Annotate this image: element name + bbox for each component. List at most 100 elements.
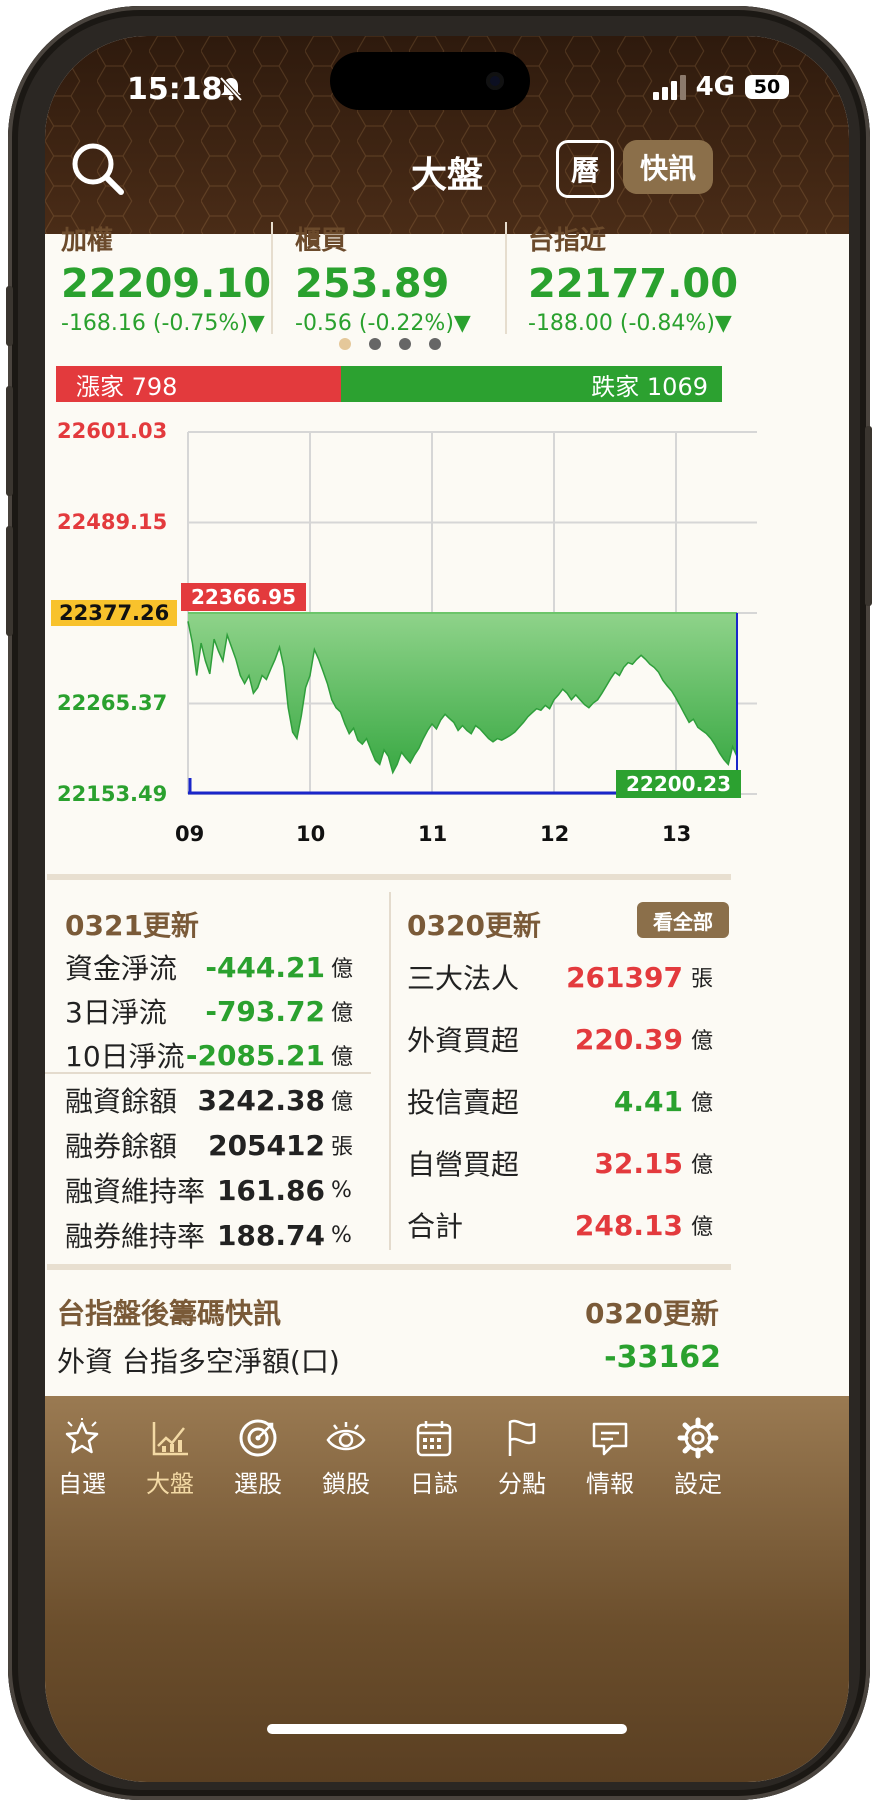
tab-label: 情報	[586, 1470, 634, 1498]
index-price: 253.89	[295, 261, 450, 307]
app-screen: 15:18 4G 50 大盤 曆 快訊 加權 22209.10 -168.16 …	[45, 36, 849, 1782]
chart-icon	[152, 1422, 188, 1456]
view-all-button[interactable]: 看全部	[637, 902, 729, 938]
action-button	[6, 286, 13, 346]
inst-label: 合計	[407, 1210, 464, 1243]
camera-icon	[486, 72, 504, 90]
fund-label: 10日淨流	[65, 1040, 185, 1073]
tab-settings[interactable]: 設定	[653, 1416, 743, 1499]
decline-count: 跌家 1069	[340, 366, 722, 402]
tab-intel[interactable]: 情報	[565, 1416, 655, 1499]
index-change: -0.56 (-0.22%)▼	[295, 311, 471, 336]
y-tick: 22489.15	[57, 510, 168, 534]
fund-row: 資金淨流 -444.21 億	[65, 946, 355, 988]
tab-label: 日誌	[410, 1470, 458, 1498]
star-icon	[65, 1418, 99, 1454]
page-dot	[429, 338, 441, 350]
inst-label: 外資買超	[407, 1024, 520, 1057]
institutional-row[interactable]: 自營買超 32.15 億	[407, 1142, 713, 1184]
inst-unit: 億	[690, 1029, 713, 1054]
news-button[interactable]: 快訊	[623, 140, 713, 194]
margin-row: 融券維持率 188.74 %	[65, 1214, 355, 1256]
gear-icon	[677, 1417, 719, 1459]
funds-update-title: 0321更新	[65, 909, 199, 942]
index-price: 22177.00	[528, 261, 739, 307]
inst-label: 三大法人	[407, 962, 520, 995]
margin-label: 融資餘額	[65, 1085, 178, 1118]
signal-icon	[652, 74, 686, 100]
institutional-row[interactable]: 三大法人 261397 張	[407, 956, 713, 998]
index-card-futures[interactable]: 台指近 22177.00 -188.00 (-0.84%)▼	[528, 220, 758, 336]
status-right: 4G 50	[652, 72, 789, 102]
inst-label: 自營買超	[407, 1148, 520, 1181]
index-card-taiex[interactable]: 加權 22209.10 -168.16 (-0.75%)▼	[61, 220, 291, 336]
margin-label: 融資維持率	[65, 1175, 206, 1208]
institutional-row[interactable]: 外資買超 220.39 億	[407, 1018, 713, 1060]
price-area	[188, 613, 737, 773]
inst-unit: 億	[690, 1091, 713, 1116]
page-indicator[interactable]	[339, 338, 441, 350]
section-divider	[47, 1264, 731, 1270]
institutional-row[interactable]: 合計 248.13 億	[407, 1204, 713, 1246]
network-label: 4G	[695, 72, 735, 102]
volume-up-button	[6, 386, 13, 496]
x-tick: 11	[418, 822, 448, 846]
tab-lock-stock[interactable]: 鎖股	[301, 1416, 391, 1499]
x-tick: 13	[662, 822, 692, 846]
divider	[271, 222, 273, 334]
margin-unit: 張	[331, 1135, 354, 1160]
margin-value: 161.86	[216, 1173, 325, 1207]
inst-value: 220.39	[574, 1022, 683, 1056]
futures-title: 台指盤後籌碼快訊	[57, 1297, 282, 1330]
institutional-row[interactable]: 投信賣超 4.41 億	[407, 1080, 713, 1122]
inst-value: 261397	[566, 960, 683, 994]
fund-value: -2085.21	[185, 1038, 325, 1072]
index-name: 台指近	[528, 226, 607, 256]
eye-icon	[326, 1422, 366, 1451]
fund-value: -444.21	[205, 950, 325, 984]
index-change: -188.00 (-0.84%)▼	[528, 311, 732, 336]
divider	[505, 222, 507, 334]
y-tick-reference: 22377.26	[51, 600, 178, 626]
page-dot	[339, 338, 351, 350]
inst-value: 248.13	[574, 1208, 683, 1242]
page-dot	[399, 338, 411, 350]
x-tick: 12	[540, 822, 570, 846]
divider	[45, 1072, 371, 1074]
fund-unit: 億	[331, 1001, 354, 1026]
index-price: 22209.10	[61, 261, 272, 307]
home-indicator[interactable]	[267, 1724, 627, 1734]
tab-stock-picker[interactable]: 選股	[213, 1416, 303, 1499]
fund-value: -793.72	[205, 994, 325, 1028]
advance-decline-bar: 漲家 798 跌家 1069	[56, 366, 722, 402]
index-name: 加權	[61, 226, 114, 256]
futures-row-value: -33162	[604, 1340, 721, 1375]
inst-unit: 億	[690, 1215, 713, 1240]
margin-row: 融資維持率 161.86 %	[65, 1169, 355, 1211]
index-card-otc[interactable]: 櫃買 253.89 -0.56 (-0.22%)▼	[295, 220, 525, 336]
y-tick: 22265.37	[57, 691, 168, 715]
tab-journal[interactable]: 日誌	[389, 1416, 479, 1499]
calendar-button[interactable]: 曆	[556, 140, 614, 198]
y-tick: 22601.03	[57, 419, 168, 443]
tab-watchlist[interactable]: 自選	[45, 1416, 127, 1499]
inst-unit: 張	[690, 967, 713, 992]
power-button	[865, 426, 872, 606]
fund-row: 10日淨流 -2085.21 億	[65, 1034, 355, 1076]
inst-unit: 億	[690, 1153, 713, 1178]
tab-label: 設定	[674, 1470, 722, 1498]
panel-divider	[389, 892, 391, 1250]
margin-unit: 億	[331, 1090, 354, 1115]
tab-market[interactable]: 大盤	[125, 1416, 215, 1499]
dynamic-island	[330, 52, 530, 110]
margin-value: 188.74	[216, 1218, 325, 1252]
institutional-update-title: 0320更新	[407, 909, 541, 942]
tab-branch[interactable]: 分點	[477, 1416, 567, 1499]
margin-row: 融券餘額 205412 張	[65, 1124, 355, 1166]
margin-value: 3242.38	[197, 1083, 325, 1117]
inst-value: 4.41	[613, 1084, 683, 1118]
page-dot	[369, 338, 381, 350]
margin-label: 融券維持率	[65, 1220, 206, 1253]
margin-label: 融券餘額	[65, 1130, 178, 1163]
margin-unit: %	[331, 1222, 352, 1248]
